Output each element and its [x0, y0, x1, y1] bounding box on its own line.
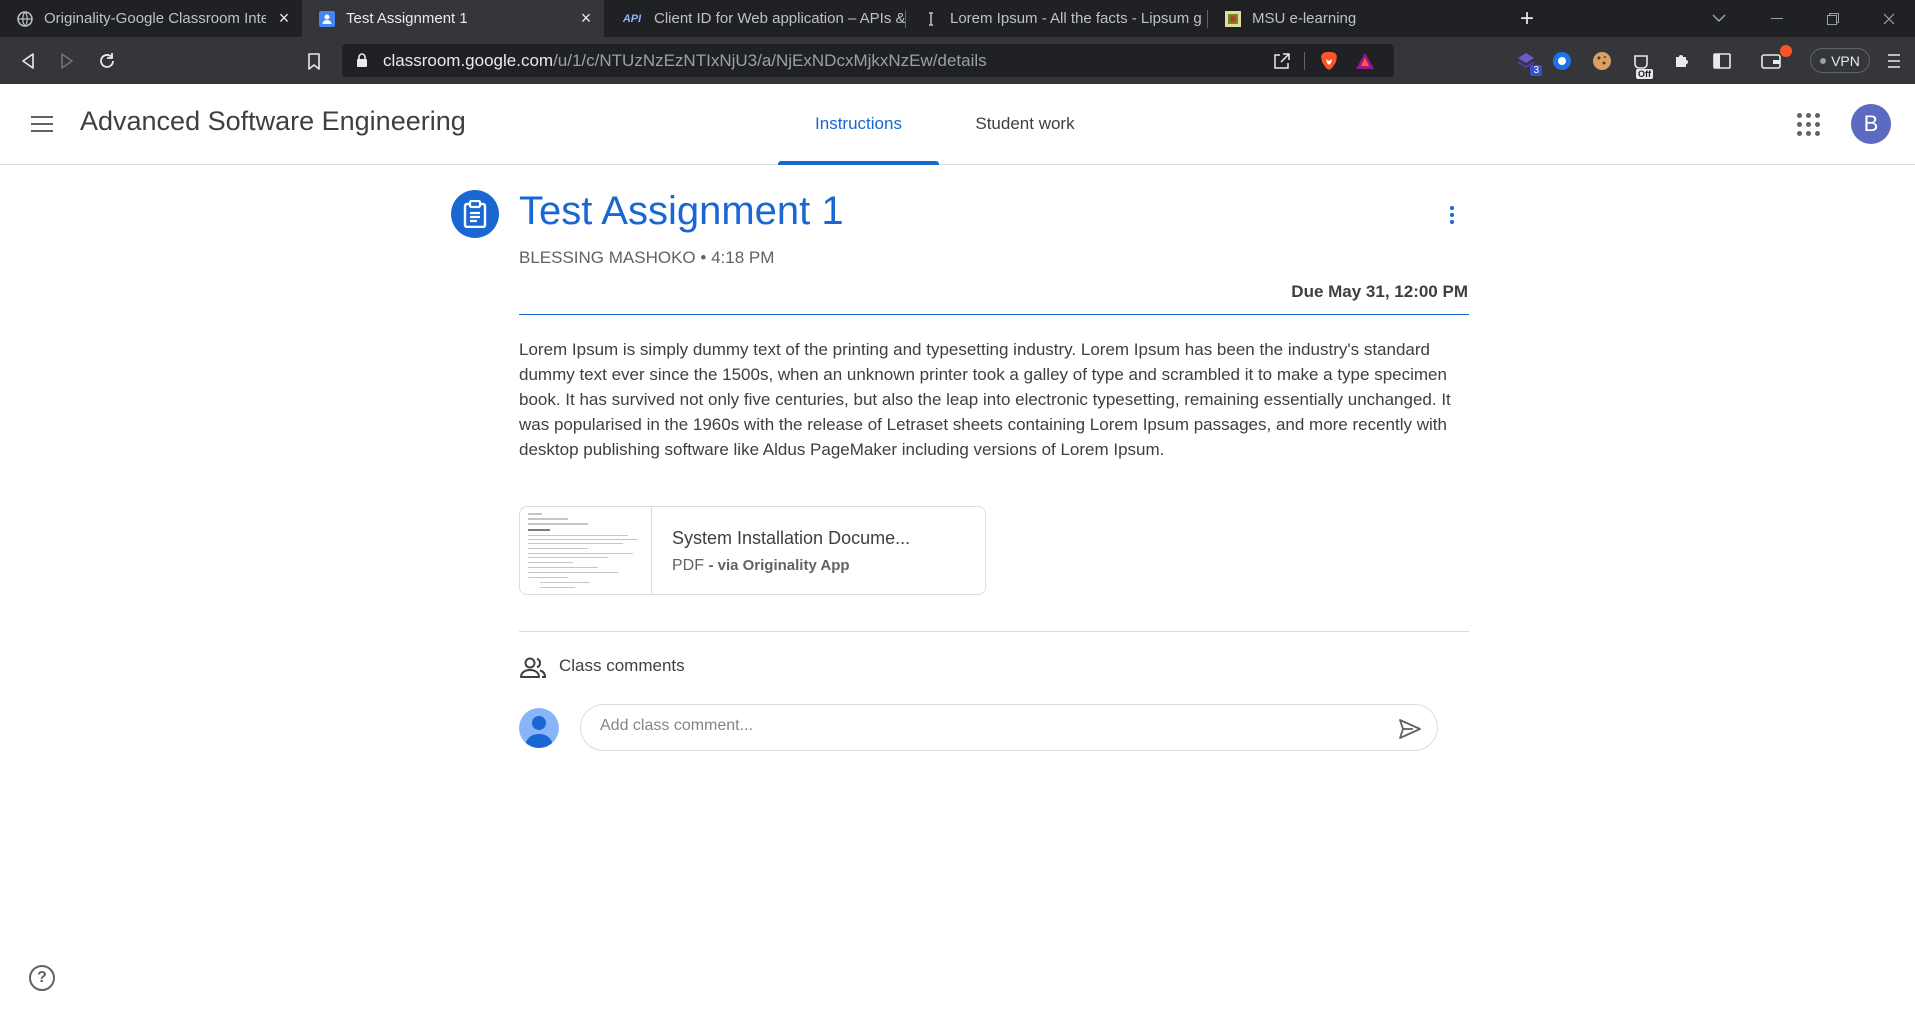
extensions-puzzle-icon[interactable]: [1670, 49, 1694, 73]
url-host: classroom.google.com: [383, 51, 554, 70]
back-icon[interactable]: [14, 47, 42, 75]
meta-separator: •: [700, 248, 707, 267]
vpn-status-dot: [1820, 57, 1827, 64]
brave-rewards-icon[interactable]: [1354, 50, 1376, 72]
tab-title: MSU e-learning: [1252, 10, 1357, 27]
browser-tab-msu[interactable]: MSU e-learning: [1208, 0, 1500, 37]
assignment-description: Lorem Ipsum is simply dummy text of the …: [519, 340, 1451, 459]
close-tab-icon[interactable]: ×: [576, 8, 596, 29]
tab-instructions-label: Instructions: [815, 114, 902, 133]
tab-title: Lorem Ipsum - All the facts - Lipsum g: [950, 10, 1202, 27]
tab-title: Test Assignment 1: [346, 10, 468, 27]
people-icon: [519, 654, 547, 682]
user-avatar-icon: [519, 708, 559, 748]
attachment-type: PDF: [672, 557, 704, 574]
cookie-extension-icon[interactable]: [1590, 49, 1614, 73]
assignment-title: Test Assignment 1: [519, 189, 844, 233]
off-badge: Off: [1636, 69, 1653, 79]
assignment-author: BLESSING MASHOKO: [519, 248, 696, 267]
forward-icon[interactable]: [53, 47, 81, 75]
reload-icon[interactable]: [93, 47, 121, 75]
browser-tab-strip: Originality-Google Classroom Inte × Test…: [0, 0, 1915, 37]
wallet-icon[interactable]: [1760, 45, 1792, 73]
tab-student-work-label: Student work: [975, 114, 1075, 133]
brave-shields-icon[interactable]: [1318, 50, 1340, 72]
close-window-icon[interactable]: [1866, 0, 1912, 37]
browser-tab-client-id[interactable]: API Client ID for Web application – APIs…: [604, 0, 906, 37]
assignment-time: 4:18 PM: [711, 248, 775, 267]
api-icon: API: [622, 12, 642, 25]
minimize-window-icon[interactable]: [1754, 0, 1800, 37]
browser-tab-lorem-ipsum[interactable]: Lorem Ipsum - All the facts - Lipsum g: [906, 0, 1208, 37]
vpn-label: VPN: [1831, 52, 1860, 69]
extension-stack-icon[interactable]: 3: [1514, 49, 1542, 76]
account-avatar[interactable]: B: [1851, 104, 1891, 144]
help-icon[interactable]: ?: [29, 965, 55, 991]
lock-icon[interactable]: [356, 53, 368, 73]
url-text[interactable]: classroom.google.com/u/1/c/NTUzNzEzNTIxN…: [383, 51, 987, 71]
new-tab-button[interactable]: +: [1514, 5, 1540, 32]
tab-search-icon[interactable]: [1696, 0, 1742, 37]
comment-box: [580, 704, 1438, 751]
classroom-icon: [318, 10, 336, 28]
msu-icon: [1224, 10, 1242, 28]
extension-badge: 3: [1530, 65, 1542, 76]
classroom-header: Advanced Software Engineering Instructio…: [0, 84, 1915, 165]
tab-instructions[interactable]: Instructions: [778, 84, 939, 165]
class-title[interactable]: Advanced Software Engineering: [80, 106, 466, 137]
attachment-name: System Installation Docume...: [672, 528, 911, 548]
more-options-icon[interactable]: [1440, 200, 1464, 230]
due-date: Due May 31, 12:00 PM: [1291, 282, 1468, 301]
vpn-button[interactable]: VPN: [1810, 48, 1870, 73]
bookmark-icon[interactable]: [300, 47, 328, 75]
cup-extension-icon[interactable]: Off: [1630, 49, 1654, 79]
url-path: /u/1/c/NTUzNzEzNTIxNjU3/a/NjExNDcxMjkxNz…: [553, 51, 987, 70]
close-tab-icon[interactable]: ×: [274, 8, 294, 29]
tab-student-work[interactable]: Student work: [939, 84, 1111, 164]
tab-title: Client ID for Web application – APIs &: [654, 10, 906, 27]
browser-menu-icon[interactable]: [1882, 49, 1906, 73]
send-icon[interactable]: [1396, 715, 1424, 743]
browser-tab-originality[interactable]: Originality-Google Classroom Inte ×: [0, 0, 302, 37]
header-divider: [519, 314, 1469, 315]
sidebar-toggle-icon[interactable]: [1710, 49, 1734, 73]
attachment-card[interactable]: System Installation Docume... PDF - via …: [519, 506, 986, 595]
share-icon[interactable]: [1271, 50, 1293, 72]
assignment-icon: [451, 190, 499, 238]
assignment-meta: BLESSING MASHOKO • 4:18 PM: [519, 248, 774, 268]
restore-window-icon[interactable]: [1810, 0, 1856, 37]
main-menu-icon[interactable]: [28, 110, 56, 138]
browser-tab-test-assignment[interactable]: Test Assignment 1 ×: [302, 0, 604, 37]
globe-icon: [16, 10, 34, 28]
attachment-via: - via Originality App: [708, 557, 850, 574]
notification-dot: [1780, 45, 1792, 57]
attachment-thumbnail: [520, 507, 652, 594]
class-comment-input[interactable]: [600, 717, 1380, 735]
class-comments-label: Class comments: [559, 656, 685, 675]
tab-title: Originality-Google Classroom Inte: [44, 10, 266, 27]
google-apps-icon[interactable]: [1796, 112, 1820, 136]
comments-divider: [519, 631, 1469, 632]
attachment-source: PDF - via Originality App: [672, 557, 850, 575]
extension-circle-icon[interactable]: [1550, 49, 1574, 73]
omnibox-divider: [1304, 52, 1305, 70]
lipsum-icon: [922, 10, 940, 28]
active-tab-indicator: [778, 161, 939, 165]
address-bar[interactable]: classroom.google.com/u/1/c/NTUzNzEzNTIxN…: [342, 44, 1394, 77]
